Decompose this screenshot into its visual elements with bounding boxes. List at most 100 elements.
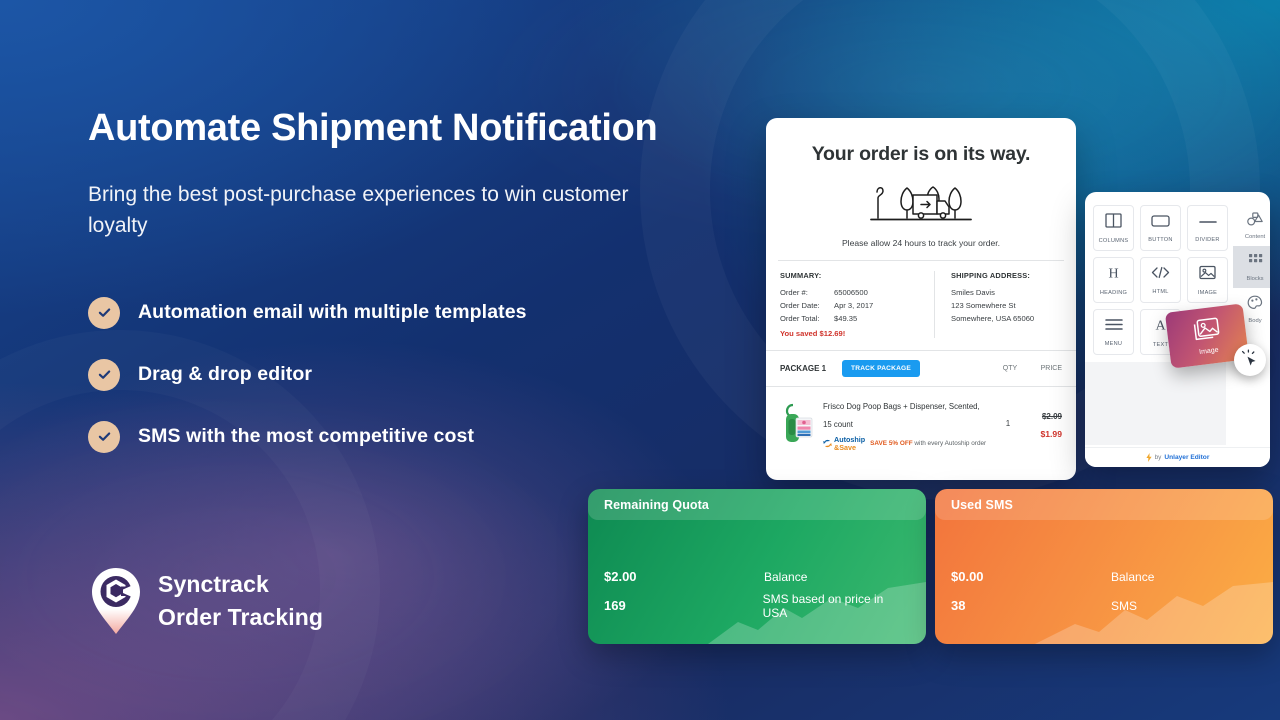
check-circle-icon — [88, 358, 120, 391]
svg-text:H: H — [1108, 266, 1118, 281]
qty-header: QTY — [1002, 365, 1018, 373]
stat-card-header: Remaining Quota — [588, 489, 926, 520]
autoship-text: Autoship &Save — [834, 436, 865, 451]
rail-label: Body — [1248, 318, 1262, 324]
page-title: Automate Shipment Notification — [88, 107, 658, 149]
columns-icon — [1105, 212, 1122, 233]
feature-item: SMS with the most competitive cost — [88, 406, 688, 468]
price-header: PRICE — [1040, 365, 1062, 373]
feature-label: Automation email with multiple templates — [138, 301, 527, 324]
brand-line-1: Synctrack — [158, 570, 269, 597]
editor-footer: by Unlayer Editor — [1085, 447, 1270, 467]
autoship-save-text: SAVE 5% OFF with every Autoship order — [870, 440, 986, 448]
stat-card-used-sms: Used SMS $0.00 Balance 38 SMS — [935, 489, 1273, 644]
feature-item: Drag & drop editor — [88, 344, 688, 406]
product-qty: 1 — [1005, 419, 1011, 429]
editor-tile-button[interactable]: BUTTON — [1140, 205, 1181, 251]
image-icon — [1199, 265, 1216, 285]
summary-key: Order #: — [780, 288, 808, 297]
autoship-line-2: &Save — [834, 442, 856, 452]
summary-row: Order #: 65006500 — [780, 286, 926, 299]
email-title: Your order is on its way. — [811, 143, 1031, 165]
email-preview-card: Your order is on its way. Please allow 2… — [766, 118, 1076, 480]
tile-label: HEADING — [1099, 289, 1128, 296]
feature-list: Automation email with multiple templates… — [88, 282, 688, 468]
summary-value: Apr 3, 2017 — [834, 301, 874, 311]
editor-canvas-area — [1085, 362, 1226, 445]
package-label: PACKAGE 1 — [780, 364, 827, 374]
editor-tile-menu[interactable]: MENU — [1093, 309, 1134, 355]
shapes-icon — [1246, 212, 1264, 231]
shipping-column: SHIPPING ADDRESS: Smiles Davis 123 Somew… — [934, 271, 1062, 339]
price-sale: $1.99 — [1040, 428, 1062, 439]
dog-waste-bag-dispenser-icon — [780, 401, 814, 447]
product-price: $2.09 $1.99 — [1026, 406, 1062, 442]
feature-item: Automation email with multiple templates — [88, 282, 688, 344]
rail-label: Blocks — [1246, 276, 1264, 282]
order-summary-section: SUMMARY: Order #: 65006500 Order Date: A… — [766, 261, 1076, 339]
tile-label: COLUMNS — [1098, 237, 1129, 244]
product-info: Frisco Dog Poop Bags + Dispenser, Scente… — [814, 396, 990, 451]
palette-icon — [1247, 295, 1263, 315]
rail-label: Content — [1244, 234, 1266, 240]
price-original: $2.09 — [1041, 411, 1062, 421]
stat-card-title: Remaining Quota — [604, 497, 709, 512]
dragged-block-label: Image — [1198, 346, 1219, 356]
shipping-line: Somewhere, USA 65060 — [951, 314, 1035, 324]
rail-item-blocks[interactable]: Blocks — [1233, 246, 1270, 288]
summary-key: Order Total: — [780, 314, 820, 324]
summary-key: Order Date: — [780, 301, 820, 311]
feature-label: SMS with the most competitive cost — [138, 425, 475, 448]
product-row: Frisco Dog Poop Bags + Dispenser, Scente… — [766, 386, 1076, 460]
divider-icon — [1198, 214, 1217, 232]
track-package-button[interactable]: TRACK PACKAGE — [842, 360, 920, 378]
package-header-row: PACKAGE 1 TRACK PACKAGE QTY PRICE — [766, 350, 1076, 386]
editor-footer-prefix: by — [1154, 454, 1162, 461]
stat-card-remaining-quota: Remaining Quota $2.00 Balance 169 SMS ba… — [588, 489, 926, 644]
save-rest: with every Autoship order — [914, 439, 987, 447]
stat-card-header: Used SMS — [935, 489, 1273, 520]
grid-icon — [1248, 253, 1263, 273]
shipping-line: Smiles Davis — [951, 288, 995, 297]
rail-item-content[interactable]: Content — [1233, 205, 1270, 246]
tile-label: MENU — [1104, 340, 1123, 347]
editor-tile-heading[interactable]: H HEADING — [1093, 257, 1134, 303]
tile-label: HTML — [1152, 288, 1169, 295]
heading-icon: H — [1106, 265, 1121, 285]
brand-logo: Synctrack Order Tracking — [90, 566, 323, 636]
wave-decoration — [1035, 582, 1273, 644]
editor-tile-html[interactable]: HTML — [1140, 257, 1181, 303]
editor-footer-brand[interactable]: Unlayer Editor — [1164, 454, 1209, 461]
delivery-truck-icon — [766, 180, 1076, 224]
summary-column: SUMMARY: Order #: 65006500 Order Date: A… — [780, 271, 934, 338]
check-circle-icon — [88, 296, 120, 329]
hero-content: Automate Shipment Notification Bring the… — [88, 104, 688, 468]
tile-label: TEXT — [1152, 341, 1169, 348]
check-circle-icon — [88, 420, 120, 453]
tile-label: BUTTON — [1148, 236, 1173, 243]
summary-row: Order Date: Apr 3, 2017 — [780, 299, 926, 312]
save-strong: SAVE 5% OFF — [870, 439, 913, 447]
lightning-bolt-icon — [1145, 449, 1152, 467]
location-pin-hexagon-icon — [90, 566, 142, 636]
menu-icon — [1104, 318, 1123, 336]
image-icon — [1191, 316, 1222, 346]
summary-heading: SUMMARY: — [780, 271, 822, 280]
promo-banner: Automate Shipment Notification Bring the… — [0, 0, 1280, 720]
editor-tile-image[interactable]: IMAGE — [1187, 257, 1228, 303]
shipping-line: 123 Somewhere St — [951, 301, 1016, 311]
summary-row: Order Total: $49.35 — [780, 312, 926, 325]
editor-tile-columns[interactable]: COLUMNS — [1093, 205, 1134, 251]
tile-label: IMAGE — [1197, 289, 1218, 296]
hero-subtitle: Bring the best post-purchase experiences… — [88, 183, 629, 238]
summary-value: $49.35 — [834, 314, 858, 324]
editor-tile-divider[interactable]: DIVIDER — [1187, 205, 1228, 251]
code-icon — [1151, 266, 1170, 284]
click-cursor-icon — [1234, 344, 1266, 376]
summary-value: 65006500 — [834, 288, 868, 297]
feature-label: Drag & drop editor — [138, 363, 313, 386]
product-name: Frisco Dog Poop Bags + Dispenser, Scente… — [823, 402, 980, 430]
brand-name: Synctrack Order Tracking — [158, 568, 323, 635]
autoship-badge: Autoship &Save SAVE 5% OFF with every Au… — [823, 436, 990, 451]
tile-label: DIVIDER — [1195, 236, 1220, 243]
